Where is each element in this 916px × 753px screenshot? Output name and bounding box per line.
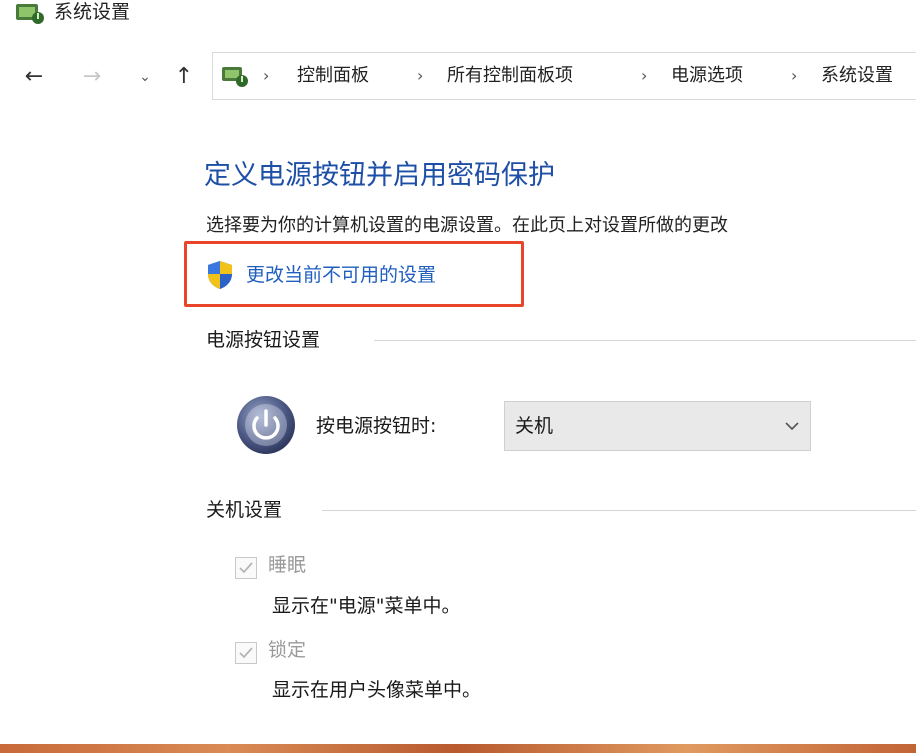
address-bar[interactable]: › 控制面板 › 所有控制面板项 › 电源选项 › 系统设置	[212, 52, 916, 100]
breadcrumb-all-items[interactable]: 所有控制面板项	[447, 53, 573, 99]
navigation-bar: ← → ⌄ ↑ › 控制面板 › 所有控制面板项 › 电源选项 › 系统设置	[0, 50, 916, 104]
breadcrumb-separator: ›	[641, 66, 648, 85]
power-button-action-label: 按电源按钮时:	[316, 415, 437, 437]
checkmark-icon	[239, 562, 253, 574]
title-bar: 系统设置	[0, 0, 916, 36]
section-divider	[374, 340, 916, 341]
power-button-action-select[interactable]: 关机	[504, 401, 811, 451]
breadcrumb-separator: ›	[417, 66, 424, 85]
checkmark-icon	[239, 647, 253, 659]
forward-button[interactable]: →	[78, 62, 106, 92]
selected-value: 关机	[515, 415, 554, 437]
lock-checkbox[interactable]	[235, 642, 257, 664]
taskbar-edge	[0, 744, 916, 753]
breadcrumb-separator: ›	[263, 66, 270, 85]
shutdown-settings-heading: 关机设置	[206, 499, 283, 521]
power-button-settings-heading: 电源按钮设置	[206, 329, 321, 351]
breadcrumb-separator: ›	[791, 66, 798, 85]
control-panel-icon	[222, 67, 248, 87]
lock-description: 显示在用户头像菜单中。	[272, 679, 482, 701]
power-button-icon	[237, 396, 295, 454]
sleep-checkbox[interactable]	[235, 557, 257, 579]
lock-label: 锁定	[268, 639, 307, 661]
up-button[interactable]: ↑	[170, 62, 198, 92]
window-title: 系统设置	[54, 1, 131, 23]
breadcrumb-system-settings[interactable]: 系统设置	[821, 53, 893, 99]
page-description: 选择要为你的计算机设置的电源设置。在此页上对设置所做的更改	[206, 215, 728, 236]
page-title: 定义电源按钮并启用密码保护	[204, 160, 555, 191]
sleep-description: 显示在"电源"菜单中。	[272, 595, 461, 617]
breadcrumb-power-options[interactable]: 电源选项	[671, 53, 743, 99]
section-divider	[322, 510, 916, 511]
breadcrumb-control-panel[interactable]: 控制面板	[297, 53, 369, 99]
sleep-label: 睡眠	[268, 554, 307, 576]
uac-shield-icon	[208, 261, 232, 289]
change-unavailable-settings-link[interactable]: 更改当前不可用的设置	[246, 260, 436, 290]
back-button[interactable]: ←	[20, 62, 48, 92]
chevron-down-icon	[785, 422, 799, 431]
power-options-icon	[16, 4, 44, 24]
recent-locations-button[interactable]: ⌄	[134, 62, 156, 92]
